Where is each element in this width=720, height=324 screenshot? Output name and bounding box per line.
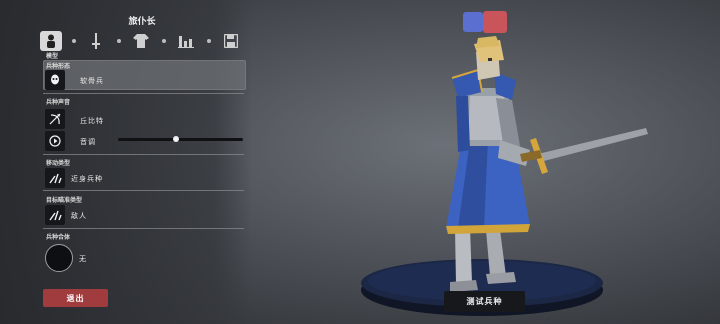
page-title: 旅仆长 (128, 17, 156, 27)
knight-figure (446, 36, 648, 292)
movement-type-label: 移动类型 (46, 160, 71, 167)
tab-stats[interactable] (175, 31, 197, 51)
section-divider (43, 228, 244, 229)
unit-voice-value: 丘比特 (80, 117, 104, 125)
section-divider (43, 154, 244, 155)
floppy-disk-icon (224, 34, 238, 48)
tab-separator-dot (72, 39, 76, 43)
play-icon[interactable] (45, 131, 65, 151)
combine-value: 无 (79, 255, 87, 263)
tab-armor[interactable] (130, 31, 152, 51)
section-divider (43, 93, 244, 94)
tab-model[interactable] (40, 31, 62, 51)
skull-mask-icon (45, 70, 65, 90)
section-model-label: 模型 (46, 53, 59, 60)
targeting-type-value: 敌人 (71, 212, 87, 220)
movement-type-value: 近身兵种 (71, 175, 103, 183)
bar-chart-icon (178, 36, 194, 48)
tab-separator-dot (117, 39, 121, 43)
tab-separator-dot (207, 39, 211, 43)
pitch-label: 音调 (80, 138, 96, 146)
targeting-type-label: 目标瞄准类型 (46, 197, 83, 204)
test-unit-button[interactable]: 测试兵种 (444, 291, 525, 312)
unit-form-row[interactable] (43, 60, 246, 90)
bow-arrow-icon[interactable] (45, 109, 65, 129)
tab-save[interactable] (220, 31, 242, 51)
exit-button[interactable]: 退出 (43, 289, 108, 307)
tab-weapon[interactable] (85, 31, 107, 51)
unit-combine-label: 兵种合体 (46, 234, 71, 241)
unit-voice-label: 兵种声音 (46, 99, 71, 106)
section-divider (43, 190, 244, 191)
pitch-slider-handle[interactable] (172, 136, 179, 142)
shirt-icon (133, 34, 149, 48)
unit-form-label: 兵种形态 (46, 63, 71, 70)
team-color-swatch-blue[interactable] (463, 12, 483, 32)
team-color-swatch-red[interactable] (483, 11, 507, 33)
pitch-slider[interactable] (118, 138, 243, 141)
person-icon (47, 34, 55, 48)
tab-separator-dot (162, 39, 166, 43)
unit-form-value: 软骨兵 (80, 77, 104, 85)
melee-burst-icon[interactable] (45, 168, 65, 188)
editor-tabs (40, 31, 244, 51)
combine-slot[interactable] (45, 244, 73, 272)
target-enemy-icon[interactable] (45, 205, 65, 225)
sword-icon (92, 33, 100, 49)
